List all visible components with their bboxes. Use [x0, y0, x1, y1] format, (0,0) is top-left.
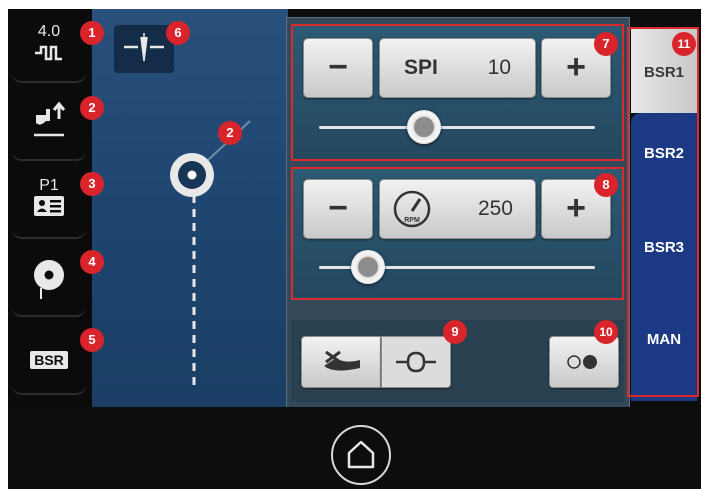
program-icon: [34, 196, 64, 216]
speed-display[interactable]: RPM 250: [379, 179, 536, 239]
bsr-label: BSR: [30, 351, 68, 369]
badge-2: 2: [80, 96, 104, 120]
rpm-label: RPM: [404, 217, 420, 224]
stitch-path-icon: [170, 120, 251, 391]
speed-group: − RPM 250 +: [291, 167, 624, 300]
badge-3: 3: [80, 172, 104, 196]
speedometer-icon: RPM: [393, 190, 431, 228]
badge-2-canvas: 2: [218, 121, 242, 145]
presser-foot-button[interactable]: [12, 87, 86, 161]
dot-toggle-icon: [567, 355, 597, 369]
speed-value: 250: [477, 197, 513, 220]
bobbin-button[interactable]: [12, 243, 86, 317]
home-icon: [347, 440, 375, 469]
badge-8: 8: [594, 173, 618, 197]
stitch-length-group: − SPI 10 +: [291, 24, 624, 161]
left-rail: 4.0 P1 BSR: [8, 9, 91, 409]
bottom-bar: [8, 407, 701, 489]
stitch-width-button[interactable]: 4.0: [12, 9, 86, 83]
spi-label: SPI: [404, 56, 438, 79]
presser-foot-up-icon: [34, 101, 66, 137]
badge-1: 1: [80, 21, 104, 45]
bsr-button[interactable]: BSR: [12, 321, 86, 395]
spi-minus-button[interactable]: −: [303, 38, 373, 98]
home-button[interactable]: [331, 425, 391, 485]
bobbin-toggle-button[interactable]: [549, 336, 619, 388]
thread-knot-icon: [396, 351, 436, 373]
speed-slider-knob[interactable]: [351, 250, 385, 284]
spi-slider-track[interactable]: [319, 126, 595, 129]
stitch-preview-canvas: [92, 9, 288, 407]
presser-foot-pressure-icon: [324, 350, 360, 371]
badge-10: 10: [594, 320, 618, 344]
thread-cut-button[interactable]: [381, 336, 451, 388]
foot-pressure-button[interactable]: [301, 336, 381, 388]
tabs-highlight: [627, 27, 699, 397]
control-panel: − SPI 10 + − RPM 250 +: [286, 17, 630, 409]
spi-display[interactable]: SPI 10: [379, 38, 536, 98]
badge-5: 5: [80, 328, 104, 352]
badge-4: 4: [80, 250, 104, 274]
speed-minus-button[interactable]: −: [303, 179, 373, 239]
program-number: P1: [39, 177, 59, 194]
badge-11: 11: [672, 32, 696, 56]
program-button[interactable]: P1: [12, 165, 86, 239]
bobbin-thread-icon: [34, 260, 64, 299]
spi-value: 10: [487, 56, 511, 79]
stitch-width-icon: [35, 45, 62, 61]
stitch-width-value: 4.0: [37, 23, 61, 40]
spi-slider-knob[interactable]: [407, 110, 441, 144]
badge-7: 7: [594, 32, 618, 56]
machine-screen: 4.0 P1 BSR − SPI 10 + − RPM 250 + BSR1 B…: [8, 9, 701, 489]
badge-6: 6: [166, 21, 190, 45]
badge-9: 9: [443, 320, 467, 344]
